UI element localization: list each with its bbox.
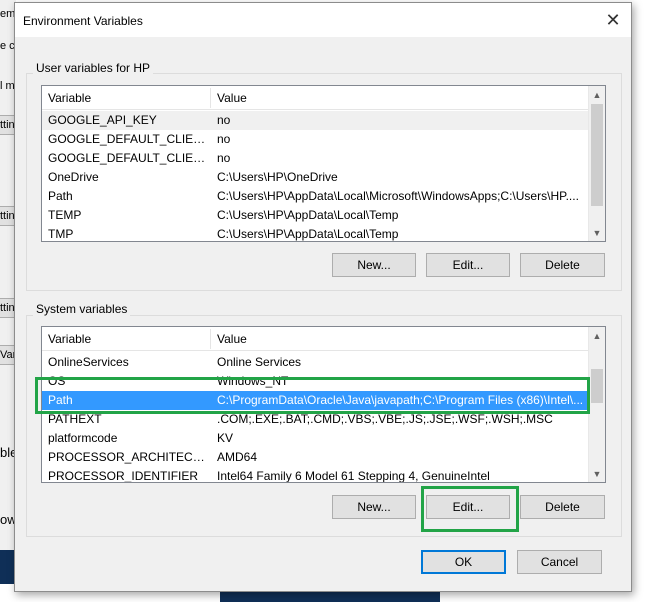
variable-value: C:\Users\HP\OneDrive (217, 170, 338, 184)
background-text: l m (0, 80, 15, 92)
title-bar: Environment Variables ✕ (15, 3, 631, 37)
close-icon: ✕ (605, 9, 621, 30)
user-variables-label: User variables for HP (33, 61, 154, 75)
scroll-thumb[interactable] (591, 369, 603, 403)
variable-value: no (217, 151, 231, 165)
cancel-button[interactable]: Cancel (517, 550, 602, 574)
vertical-scrollbar[interactable]: ▲ ▼ (588, 327, 605, 482)
variable-value: no (217, 113, 231, 127)
column-header-value[interactable]: Value (211, 327, 247, 351)
variable-name: PROCESSOR_ARCHITECTURE (48, 450, 210, 464)
background-text: e c (0, 40, 15, 52)
variable-name: PROCESSOR_IDENTIFIER (48, 469, 199, 483)
variable-name: TMP (48, 227, 74, 241)
scroll-down-icon[interactable]: ▼ (589, 465, 605, 482)
variable-value: no (217, 132, 231, 146)
variable-value: C:\Users\HP\AppData\Local\Temp (217, 227, 399, 241)
list-item[interactable]: TEMP C:\Users\HP\AppData\Local\Temp (42, 206, 589, 225)
variable-name: OneDrive (48, 170, 99, 184)
list-item[interactable]: OS Windows_NT (42, 372, 589, 391)
list-header: Variable Value (42, 327, 589, 351)
list-item[interactable]: GOOGLE_DEFAULT_CLIENT_ID no (42, 130, 589, 149)
list-item[interactable]: TMP C:\Users\HP\AppData\Local\Temp (42, 225, 589, 241)
close-button[interactable]: ✕ (595, 3, 631, 37)
variable-name: TEMP (48, 208, 82, 222)
vertical-scrollbar[interactable]: ▲ ▼ (588, 86, 605, 241)
variable-value: Windows_NT (217, 374, 289, 388)
scroll-up-icon[interactable]: ▲ (589, 86, 605, 103)
variable-value: C:\ProgramData\Oracle\Java\javapath;C:\P… (217, 393, 584, 407)
system-edit-button[interactable]: Edit... (426, 495, 510, 519)
list-item[interactable]: PROCESSOR_ARCHITECTURE AMD64 (42, 448, 589, 467)
list-item-selected[interactable]: Path C:\ProgramData\Oracle\Java\javapath;… (42, 391, 589, 410)
variable-name: GOOGLE_DEFAULT_CLIENT_ID (48, 132, 210, 146)
variable-name: Path (48, 393, 73, 407)
variable-value: KV (217, 431, 234, 445)
scroll-up-icon[interactable]: ▲ (589, 327, 605, 344)
list-item[interactable]: platformcode KV (42, 429, 589, 448)
system-variables-label: System variables (33, 302, 131, 316)
system-delete-button[interactable]: Delete (520, 495, 605, 519)
list-item[interactable]: PROCESSOR_IDENTIFIER Intel64 Family 6 Mod… (42, 467, 589, 483)
variable-value: .COM;.EXE;.BAT;.CMD;.VBS;.VBE;.JS;.JSE;.… (217, 412, 553, 426)
list-item[interactable]: GOOGLE_DEFAULT_CLIENT_S... no (42, 149, 589, 168)
dialog-title: Environment Variables (23, 14, 143, 28)
user-new-button[interactable]: New... (332, 253, 416, 277)
ok-button[interactable]: OK (421, 550, 506, 574)
list-item[interactable]: OnlineServices Online Services (42, 353, 589, 372)
column-header-variable[interactable]: Variable (42, 327, 91, 351)
variable-value: C:\Users\HP\AppData\Local\Microsoft\Wind… (217, 189, 579, 203)
scroll-thumb[interactable] (591, 104, 603, 206)
list-item[interactable]: PATHEXT .COM;.EXE;.BAT;.CMD;.VBS;.VBE;.JS… (42, 410, 589, 429)
list-header: Variable Value (42, 86, 589, 110)
user-variables-list[interactable]: Variable Value GOOGLE_API_KEY no GOOGLE_D… (41, 85, 606, 242)
system-variables-list[interactable]: Variable Value OnlineServices Online Serv… (41, 326, 606, 483)
variable-name: OS (48, 374, 66, 388)
variable-name: GOOGLE_API_KEY (48, 113, 157, 127)
environment-variables-dialog: Environment Variables ✕ User variables f… (14, 2, 632, 592)
variable-value: C:\Users\HP\AppData\Local\Temp (217, 208, 399, 222)
list-item[interactable]: Path C:\Users\HP\AppData\Local\Microsoft\… (42, 187, 589, 206)
list-item[interactable]: OneDrive C:\Users\HP\OneDrive (42, 168, 589, 187)
user-delete-button[interactable]: Delete (520, 253, 605, 277)
list-item[interactable]: GOOGLE_API_KEY no (42, 111, 589, 130)
background-text: em (0, 8, 16, 20)
column-header-variable[interactable]: Variable (42, 86, 91, 110)
variable-value: Online Services (217, 355, 302, 369)
variable-name: Path (48, 189, 73, 203)
variable-name: platformcode (48, 431, 118, 445)
variable-name: GOOGLE_DEFAULT_CLIENT_S... (48, 151, 210, 165)
variable-value: AMD64 (217, 450, 258, 464)
system-new-button[interactable]: New... (332, 495, 416, 519)
variable-value: Intel64 Family 6 Model 61 Stepping 4, Ge… (217, 469, 490, 483)
variable-name: PATHEXT (48, 412, 102, 426)
column-header-value[interactable]: Value (211, 86, 247, 110)
scroll-down-icon[interactable]: ▼ (589, 224, 605, 241)
variable-name: OnlineServices (48, 355, 129, 369)
user-edit-button[interactable]: Edit... (426, 253, 510, 277)
